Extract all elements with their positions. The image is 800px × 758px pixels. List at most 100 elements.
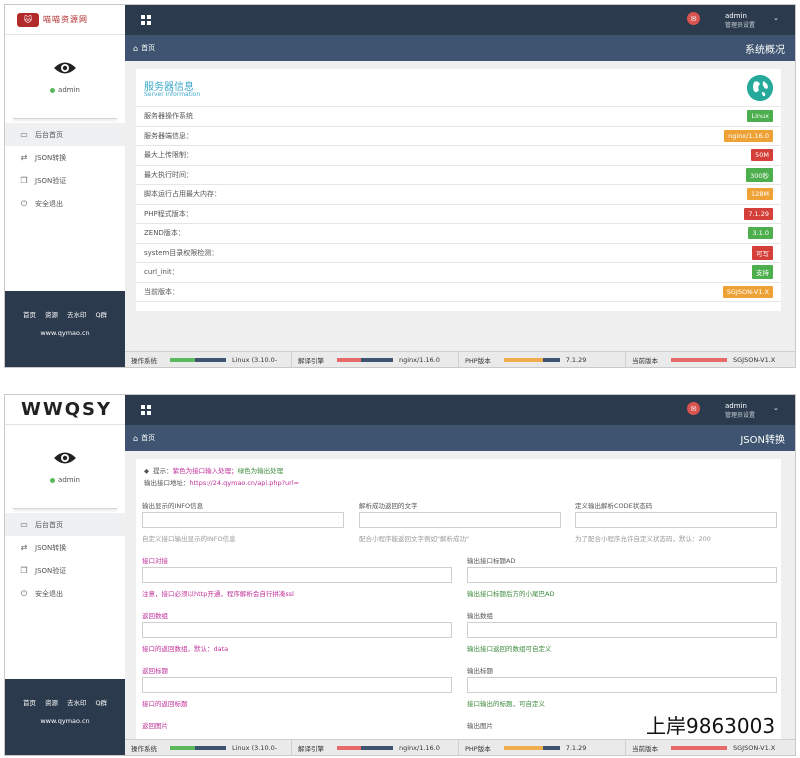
info-row: 最大上传限制： 50M	[136, 146, 781, 166]
sidebar-footer: 首页 资源 去水印 Q群 www.qymao.cn	[5, 291, 125, 367]
status-meter	[337, 745, 393, 750]
info-badge: 128M	[746, 188, 773, 201]
status-value: Linux (3.10.0-	[232, 355, 278, 364]
info-row: system目录权限检测： 可写	[136, 244, 781, 263]
status-value: Linux (3.10.0-	[232, 743, 278, 752]
top-bar: ✉ admin 管理员设置 ⌄	[125, 5, 795, 35]
grid-menu-icon[interactable]	[141, 405, 151, 415]
status-meter	[671, 357, 727, 362]
chevron-down-icon[interactable]: ⌄	[773, 404, 779, 412]
sidebar-item-json-convert[interactable]: ⇄ JSON转换	[5, 146, 125, 169]
out-data-input[interactable]	[467, 622, 777, 638]
chevron-down-icon[interactable]: ⌄	[773, 14, 779, 22]
return-title-input[interactable]	[142, 677, 452, 693]
footer-link-home[interactable]: 首页	[23, 697, 36, 707]
home-icon: ⌂	[133, 43, 139, 53]
sidebar-item-home[interactable]: ▭ 后台首页	[5, 513, 125, 536]
code-input[interactable]	[575, 512, 777, 528]
admin-role[interactable]: 管理员设置	[725, 410, 755, 419]
sidebar-item-json-verify[interactable]: ❐ JSON验证	[5, 559, 125, 582]
mail-icon[interactable]: ✉	[687, 402, 700, 415]
admin-role[interactable]: 管理员设置	[725, 20, 755, 29]
status-label: PHP版本	[465, 744, 491, 753]
username: admin	[58, 476, 80, 484]
laptop-icon: ▭	[20, 130, 28, 139]
online-status-icon	[50, 87, 56, 93]
info-badge: 3.1.0	[748, 227, 773, 240]
breadcrumb-home[interactable]: ⌂ 首页	[133, 433, 155, 443]
field-label: 输出标题	[467, 667, 493, 675]
admin-name[interactable]: admin	[725, 402, 747, 410]
footer-link-home[interactable]: 首页	[23, 309, 36, 319]
footer-link-watermark[interactable]: 去水印	[67, 697, 87, 707]
user-profile: admin	[5, 41, 125, 113]
shuffle-icon: ⇄	[20, 543, 28, 552]
breadcrumb-label: 首页	[141, 434, 156, 442]
footer-link-qq-group[interactable]: Q群	[95, 697, 107, 707]
field-label: 定义输出解析CODE状态码	[575, 502, 653, 510]
api-prefix: 输出接口地址：	[144, 479, 190, 487]
sidebar-item-logout[interactable]: ⏻ 安全退出	[5, 582, 125, 605]
footer-link-qq-group[interactable]: Q群	[95, 309, 107, 319]
power-icon: ⏻	[20, 198, 28, 208]
hint-text: ◆ 提示：紫色为接口输入处理；绿色为输出处理	[144, 465, 283, 475]
sidebar-item-json-verify[interactable]: ❐ JSON验证	[5, 169, 125, 192]
footer-link-resources[interactable]: 资源	[45, 309, 58, 319]
field-help: 输出接口返回的数组可自定义	[467, 645, 552, 653]
status-label: 操作系统	[131, 356, 157, 365]
json-convert-screen: WWQSY admin ▭ 后台首页 ⇄ JSON转换 ❐ JSON验证 ⏻ 安全退出 …	[4, 394, 796, 756]
field-label: 输出显示的INFO信息	[142, 502, 204, 510]
sidebar-item-label: JSON验证	[35, 566, 67, 575]
sidebar-item-home[interactable]: ▭ 后台首页	[5, 123, 125, 146]
logo-text: 喵喵资源网	[43, 15, 88, 24]
sidebar-item-label: 安全退出	[35, 199, 63, 208]
admin-name[interactable]: admin	[725, 12, 747, 20]
site-logo[interactable]: 🐱 喵喵资源网	[17, 12, 88, 27]
field-help: 接口的返回标题	[142, 700, 188, 708]
sidebar-item-json-convert[interactable]: ⇄ JSON转换	[5, 536, 125, 559]
sidebar-item-label: JSON验证	[35, 176, 67, 185]
info-input[interactable]	[142, 512, 344, 528]
out-title-input[interactable]	[467, 677, 777, 693]
hint-input: 紫色为接口输入处理；	[172, 467, 238, 475]
status-value: SGJSON-V1.X	[733, 743, 776, 752]
api-url[interactable]: https://24.qymao.cn/api.php?url=	[190, 479, 300, 487]
parse-text-input[interactable]	[359, 512, 561, 528]
return-data-input[interactable]	[142, 622, 452, 638]
globe-icon	[747, 75, 773, 101]
sidebar-item-logout[interactable]: ⏻ 安全退出	[5, 192, 125, 215]
info-badge: 支持	[752, 265, 773, 280]
sidebar-item-label: 安全退出	[35, 589, 63, 598]
info-row: 服务器操作系统 Linux	[136, 107, 781, 127]
status-php: PHP版本 7.1.29	[459, 352, 626, 367]
info-badge: 7.1.29	[744, 207, 773, 220]
info-label: curl_init：	[144, 268, 179, 277]
info-label: 最大上传限制：	[144, 151, 193, 160]
info-label: system目录权限检测：	[144, 248, 219, 257]
status-engine: 解译引擎 nginx/1.16.0	[292, 740, 459, 755]
user-profile: admin	[5, 431, 125, 503]
status-value: 7.1.29	[565, 743, 587, 752]
field-help: 自定义接口输出显示的INFO信息	[142, 535, 236, 543]
breadcrumb-home[interactable]: ⌂ 首页	[133, 43, 155, 53]
docking-input[interactable]	[142, 567, 452, 583]
hint-prefix: 提示：	[153, 467, 173, 475]
footer-link-watermark[interactable]: 去水印	[67, 309, 87, 319]
title-ad-input[interactable]	[467, 567, 777, 583]
main-content: 服务器信息 Server information 服务器操作系统 Linux 服务…	[125, 61, 795, 351]
status-label: PHP版本	[465, 356, 491, 365]
grid-menu-icon[interactable]	[141, 15, 151, 25]
site-logo[interactable]: WWQSY	[21, 399, 112, 420]
field-label: 解析成功返回的文字	[359, 502, 418, 510]
footer-link-resources[interactable]: 资源	[45, 697, 58, 707]
info-row: 服务器端信息： nginx/1.16.0	[136, 127, 781, 146]
hint-output: 绿色为输出处理	[237, 467, 284, 475]
footer-domain[interactable]: www.qymao.cn	[5, 329, 125, 337]
cat-logo-icon: 🐱	[17, 12, 39, 27]
online-status-icon	[50, 477, 56, 483]
status-value: nginx/1.16.0	[399, 743, 440, 752]
power-icon: ⏻	[20, 588, 28, 598]
sidebar-item-label: JSON转换	[35, 543, 67, 552]
mail-icon[interactable]: ✉	[687, 12, 700, 25]
footer-domain[interactable]: www.qymao.cn	[5, 717, 125, 725]
